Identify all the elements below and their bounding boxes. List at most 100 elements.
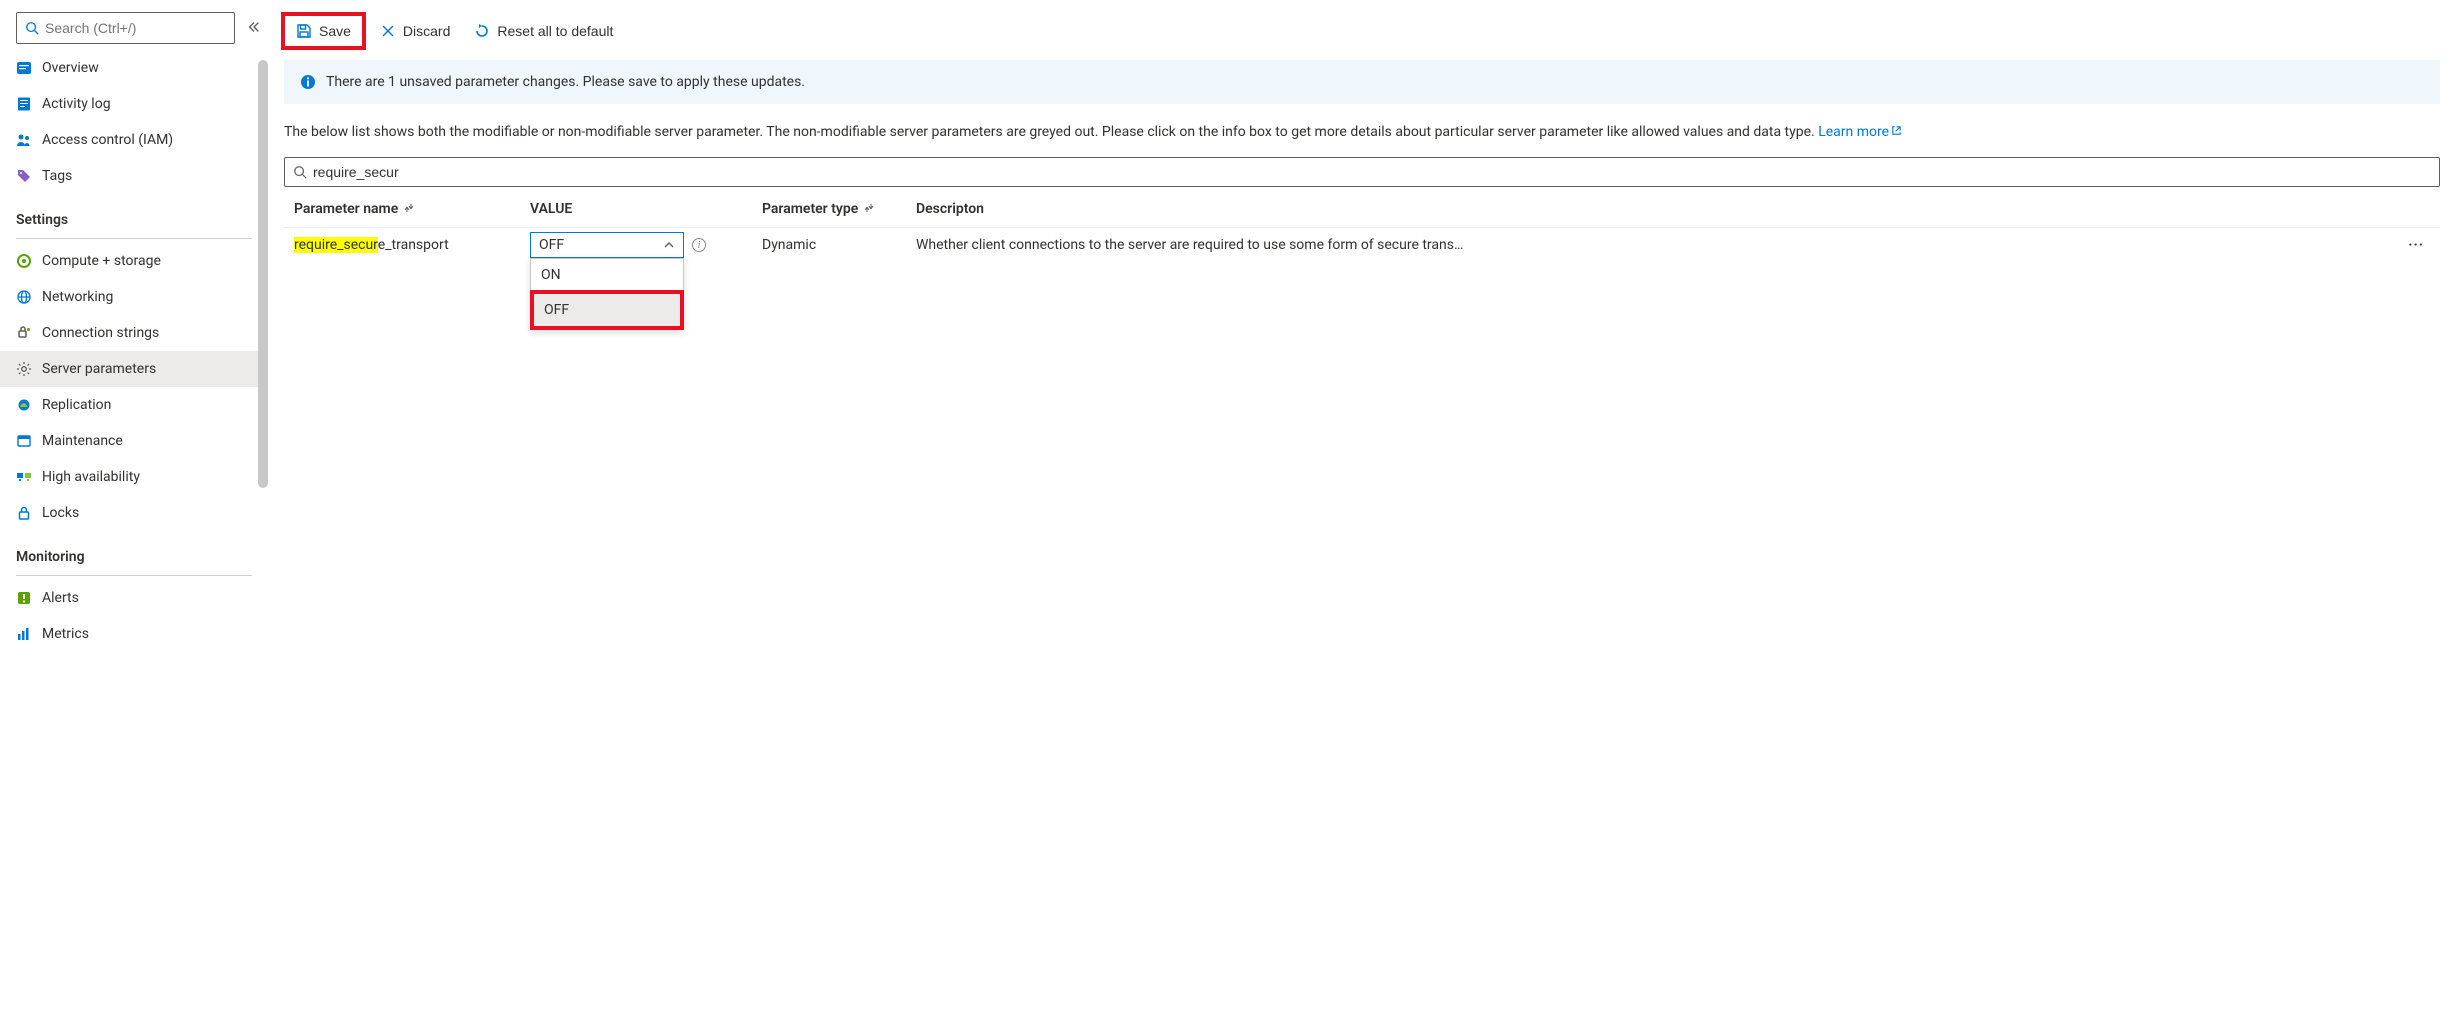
col-label: Parameter type	[762, 201, 858, 217]
metrics-icon	[16, 626, 32, 642]
col-description: Descripton	[916, 201, 2430, 217]
nav-label: Connection strings	[42, 325, 159, 341]
col-label: Parameter name	[294, 201, 398, 217]
tags-icon	[16, 168, 32, 184]
value-dropdown-list: ON OFF	[530, 258, 684, 330]
unsaved-changes-banner: There are 1 unsaved parameter changes. P…	[284, 60, 2440, 104]
sidebar-scrollbar[interactable]	[258, 60, 268, 488]
banner-text: There are 1 unsaved parameter changes. P…	[326, 74, 805, 90]
save-icon	[296, 23, 312, 39]
parameter-info-icon[interactable]: i	[692, 238, 706, 252]
maintenance-icon	[16, 433, 32, 449]
nav-high-availability[interactable]: High availability	[0, 459, 268, 495]
off-highlight-box: OFF	[530, 290, 684, 330]
nav-server-parameters[interactable]: Server parameters	[0, 351, 268, 387]
high-availability-icon	[16, 469, 32, 485]
col-parameter-type[interactable]: Parameter type	[762, 201, 916, 217]
nav-access-control[interactable]: Access control (IAM)	[0, 122, 268, 158]
nav-label: Metrics	[42, 626, 89, 642]
search-icon	[25, 21, 39, 35]
compute-storage-icon	[16, 253, 32, 269]
reset-label: Reset all to default	[497, 23, 613, 39]
page-description: The below list shows both the modifiable…	[284, 122, 2440, 143]
sort-icon	[864, 201, 874, 217]
locks-icon	[16, 505, 32, 521]
filter-search-icon	[293, 165, 307, 179]
col-label: Descripton	[916, 201, 984, 217]
access-control-icon	[16, 132, 32, 148]
discard-label: Discard	[403, 23, 450, 39]
nav-networking[interactable]: Networking	[0, 279, 268, 315]
sidebar-search-input[interactable]	[45, 20, 226, 36]
dropdown-option-on[interactable]: ON	[531, 259, 683, 291]
nav-label: Server parameters	[42, 361, 156, 377]
type-text: Dynamic	[762, 237, 816, 253]
server-parameters-icon	[16, 361, 32, 377]
nav-maintenance[interactable]: Maintenance	[0, 423, 268, 459]
parameter-value-cell: OFF i ON OFF	[530, 232, 762, 258]
nav-label: Locks	[42, 505, 79, 521]
nav-label: Maintenance	[42, 433, 123, 449]
save-highlight-box: Save	[281, 12, 366, 50]
value-selected: OFF	[539, 237, 564, 253]
alerts-icon	[16, 590, 32, 606]
nav-metrics[interactable]: Metrics	[0, 616, 268, 652]
nav-label: Overview	[42, 60, 99, 76]
col-value: VALUE	[530, 201, 762, 217]
dropdown-option-off[interactable]: OFF	[534, 294, 680, 326]
divider	[16, 575, 252, 576]
name-highlight: require_secur	[294, 237, 378, 253]
external-link-icon	[1891, 125, 1902, 136]
grid-header: Parameter name VALUE Parameter type Desc…	[284, 191, 2440, 228]
monitoring-header: Monitoring	[0, 531, 268, 571]
nav-label: Access control (IAM)	[42, 132, 173, 148]
nav-label: Activity log	[42, 96, 111, 112]
nav-replication[interactable]: Replication	[0, 387, 268, 423]
sort-icon	[404, 201, 414, 217]
nav-label: Tags	[42, 168, 72, 184]
save-button[interactable]: Save	[286, 18, 361, 44]
nav-label: Alerts	[42, 590, 79, 606]
discard-icon	[380, 23, 396, 39]
nav-overview[interactable]: Overview	[0, 50, 268, 86]
sidebar-search-row	[0, 12, 268, 50]
parameter-filter-input[interactable]	[313, 164, 2431, 180]
reset-button[interactable]: Reset all to default	[464, 18, 623, 44]
parameter-name-cell: require_secure_transport	[294, 237, 530, 253]
parameter-type-cell: Dynamic	[762, 237, 916, 253]
parameter-desc-cell: Whether client connections to the server…	[916, 237, 2430, 253]
save-label: Save	[319, 23, 351, 39]
parameter-filter[interactable]	[284, 157, 2440, 187]
divider	[16, 238, 252, 239]
overview-icon	[16, 60, 32, 76]
nav-alerts[interactable]: Alerts	[0, 580, 268, 616]
nav-locks[interactable]: Locks	[0, 495, 268, 531]
col-parameter-name[interactable]: Parameter name	[294, 201, 530, 217]
chevron-double-left-icon	[247, 20, 261, 34]
activity-log-icon	[16, 96, 32, 112]
nav-label: Networking	[42, 289, 113, 305]
name-rest: e_transport	[378, 237, 449, 253]
nav-label: Compute + storage	[42, 253, 161, 269]
description-text: The below list shows both the modifiable…	[284, 124, 1818, 140]
collapse-sidebar-button[interactable]	[241, 14, 267, 43]
nav-compute-storage[interactable]: Compute + storage	[0, 243, 268, 279]
col-label: VALUE	[530, 201, 572, 217]
value-dropdown[interactable]: OFF	[530, 232, 684, 258]
toolbar: Save Discard Reset all to default	[284, 6, 2446, 60]
nav-label: High availability	[42, 469, 140, 485]
replication-icon	[16, 397, 32, 413]
reset-icon	[474, 23, 490, 39]
nav-label: Replication	[42, 397, 111, 413]
sidebar: Overview Activity log Access control (IA…	[0, 0, 268, 1022]
nav-tags[interactable]: Tags	[0, 158, 268, 194]
nav-connection-strings[interactable]: Connection strings	[0, 315, 268, 351]
settings-header: Settings	[0, 194, 268, 234]
sidebar-search[interactable]	[16, 12, 235, 44]
networking-icon	[16, 289, 32, 305]
learn-more-link[interactable]: Learn more	[1818, 124, 1902, 140]
discard-button[interactable]: Discard	[370, 18, 460, 44]
nav-activity-log[interactable]: Activity log	[0, 86, 268, 122]
row-more-button[interactable]: ···	[2402, 237, 2430, 253]
info-icon	[300, 74, 316, 90]
